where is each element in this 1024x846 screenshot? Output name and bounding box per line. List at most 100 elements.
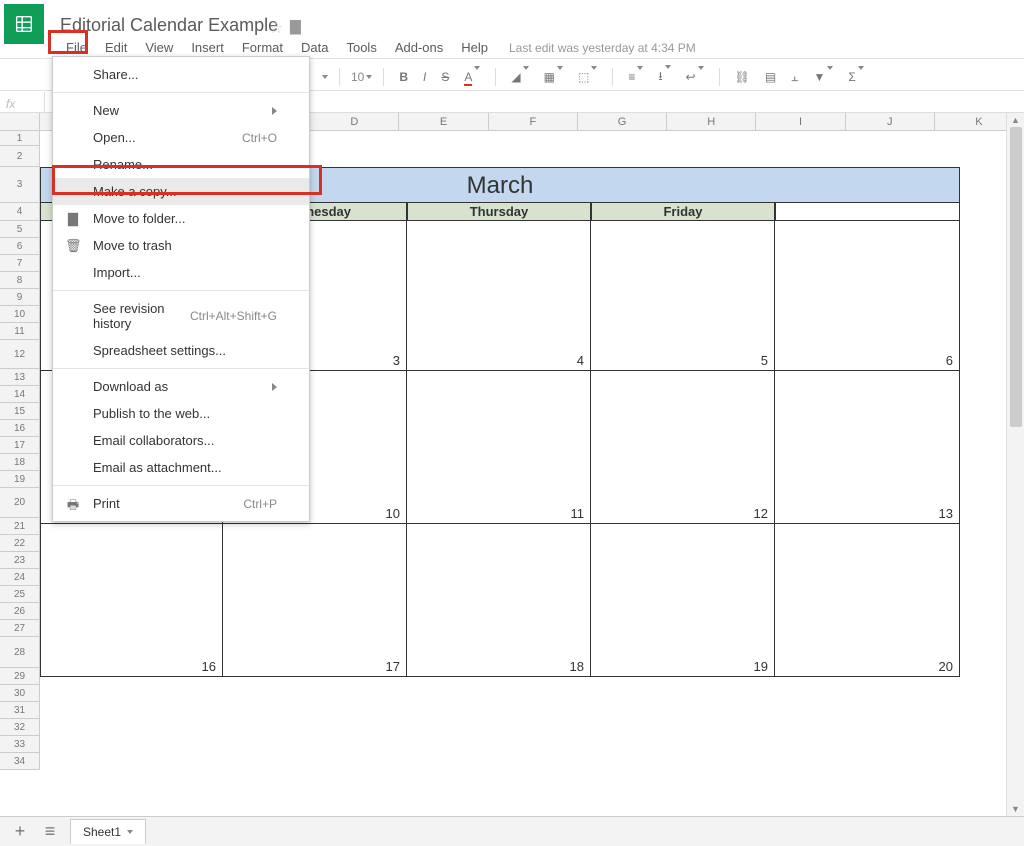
menu-download-as[interactable]: Download as — [53, 373, 309, 400]
borders-button[interactable]: ▦ — [540, 68, 567, 86]
chart-button[interactable]: ⫠ — [787, 68, 802, 87]
column-header[interactable]: I — [756, 113, 845, 130]
row-header[interactable]: 4 — [0, 203, 40, 221]
text-color-button[interactable]: A — [460, 68, 484, 86]
calendar-cell[interactable]: 5 — [591, 221, 775, 371]
menu-print[interactable]: 🖶PrintCtrl+P — [53, 490, 309, 517]
menu-new[interactable]: New — [53, 97, 309, 124]
star-icon[interactable]: ☆ — [269, 18, 283, 38]
row-header[interactable]: 34 — [0, 753, 40, 770]
scroll-up-arrow[interactable]: ▲ — [1011, 115, 1020, 125]
file-menu-dropdown: Share... New Open...Ctrl+O Rename... Mak… — [52, 56, 310, 522]
scrollbar-thumb[interactable] — [1010, 127, 1022, 427]
row-header[interactable]: 12 — [0, 340, 40, 369]
row-header[interactable]: 14 — [0, 386, 40, 403]
row-header[interactable]: 13 — [0, 369, 40, 386]
menu-move-to-folder[interactable]: ▇Move to folder... — [53, 205, 309, 232]
row-header[interactable]: 18 — [0, 454, 40, 471]
sheets-logo[interactable] — [4, 4, 44, 44]
bold-button[interactable]: B — [395, 68, 412, 86]
document-title[interactable]: Editorial Calendar Example — [60, 15, 278, 36]
row-header[interactable]: 11 — [0, 323, 40, 340]
valign-button[interactable]: ⭳ — [654, 65, 674, 90]
row-header[interactable]: 20 — [0, 488, 40, 518]
column-header[interactable]: F — [489, 113, 578, 130]
row-header[interactable]: 15 — [0, 403, 40, 420]
filter-button[interactable]: ▼ — [809, 68, 837, 86]
menu-move-to-trash[interactable]: 🗑Move to trash — [53, 232, 309, 259]
menu-separator — [53, 92, 309, 93]
row-header[interactable]: 21 — [0, 518, 40, 535]
column-header[interactable]: H — [667, 113, 756, 130]
menu-email-collaborators[interactable]: Email collaborators... — [53, 427, 309, 454]
calendar-cell[interactable]: 19 — [591, 524, 775, 677]
sheet-tab-caret-icon — [127, 830, 133, 834]
row-header[interactable]: 7 — [0, 255, 40, 272]
row-header[interactable]: 32 — [0, 719, 40, 736]
folder-icon[interactable]: ▇ — [290, 18, 301, 35]
row-header[interactable]: 1 — [0, 131, 40, 146]
calendar-cell[interactable]: 16 — [40, 524, 223, 677]
comment-button[interactable]: ▤ — [761, 68, 780, 86]
row-header[interactable]: 25 — [0, 586, 40, 603]
link-button[interactable]: ⛓ — [731, 68, 754, 86]
merge-button[interactable]: ⬚ — [574, 68, 601, 86]
menu-addons[interactable]: Add-ons — [386, 36, 452, 59]
select-all-corner[interactable] — [0, 113, 40, 130]
calendar-cell[interactable]: 11 — [407, 371, 591, 524]
row-header[interactable]: 22 — [0, 535, 40, 552]
row-header[interactable]: 23 — [0, 552, 40, 569]
menu-help[interactable]: Help — [452, 36, 497, 59]
row-header[interactable]: 2 — [0, 146, 40, 167]
menu-publish[interactable]: Publish to the web... — [53, 400, 309, 427]
calendar-cell[interactable]: 4 — [407, 221, 591, 371]
column-header[interactable]: E — [399, 113, 488, 130]
column-header[interactable]: G — [578, 113, 667, 130]
row-header[interactable]: 29 — [0, 668, 40, 685]
all-sheets-button[interactable]: ≡ — [40, 821, 60, 842]
calendar-cell[interactable]: 6 — [775, 221, 960, 371]
italic-button[interactable]: I — [419, 68, 430, 86]
menu-open[interactable]: Open...Ctrl+O — [53, 124, 309, 151]
menu-revision-history[interactable]: See revision historyCtrl+Alt+Shift+G — [53, 295, 309, 337]
calendar-cell[interactable]: 17 — [223, 524, 407, 677]
calendar-cell[interactable]: 20 — [775, 524, 960, 677]
row-header[interactable]: 33 — [0, 736, 40, 753]
sheet-tab[interactable]: Sheet1 — [70, 819, 146, 844]
row-header[interactable]: 28 — [0, 637, 40, 668]
font-size-select[interactable]: 10 — [351, 70, 372, 84]
wrap-button[interactable]: ↩ — [682, 68, 708, 86]
calendar-cell[interactable]: 12 — [591, 371, 775, 524]
vertical-scrollbar[interactable]: ▲ ▼ — [1006, 113, 1024, 816]
row-header[interactable]: 19 — [0, 471, 40, 488]
halign-button[interactable]: ≡ — [624, 68, 647, 86]
row-header[interactable]: 16 — [0, 420, 40, 437]
row-header[interactable]: 31 — [0, 702, 40, 719]
menu-email-attachment[interactable]: Email as attachment... — [53, 454, 309, 481]
row-header[interactable]: 30 — [0, 685, 40, 702]
row-header[interactable]: 17 — [0, 437, 40, 454]
row-header[interactable]: 6 — [0, 238, 40, 255]
strikethrough-button[interactable]: S — [437, 68, 453, 86]
row-header[interactable]: 9 — [0, 289, 40, 306]
calendar-cell[interactable]: 18 — [407, 524, 591, 677]
row-header[interactable]: 26 — [0, 603, 40, 620]
row-header[interactable]: 3 — [0, 167, 40, 203]
column-header[interactable]: J — [846, 113, 935, 130]
scroll-down-arrow[interactable]: ▼ — [1011, 804, 1020, 814]
menu-import[interactable]: Import... — [53, 259, 309, 286]
row-header[interactable]: 24 — [0, 569, 40, 586]
functions-button[interactable]: Σ — [844, 68, 867, 86]
date-number: 20 — [939, 659, 953, 674]
row-header[interactable]: 27 — [0, 620, 40, 637]
menu-spreadsheet-settings[interactable]: Spreadsheet settings... — [53, 337, 309, 364]
menu-tools[interactable]: Tools — [337, 36, 385, 59]
calendar-cell[interactable]: 13 — [775, 371, 960, 524]
row-header[interactable]: 10 — [0, 306, 40, 323]
menu-share[interactable]: Share... — [53, 61, 309, 88]
row-header[interactable]: 8 — [0, 272, 40, 289]
fill-color-button[interactable]: ◢ — [507, 68, 532, 86]
row-header[interactable]: 5 — [0, 221, 40, 238]
add-sheet-button[interactable]: + — [10, 821, 30, 842]
column-header[interactable]: D — [310, 113, 399, 130]
